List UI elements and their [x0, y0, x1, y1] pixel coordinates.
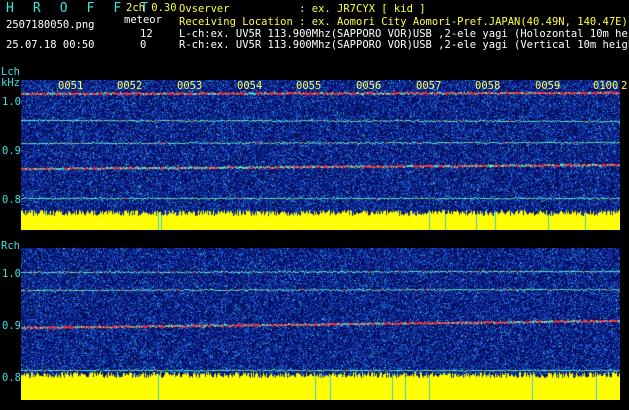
channel-divider [0, 233, 629, 236]
time-tick-0100: 0100 [593, 80, 619, 92]
lch-meteor-count: 12 [140, 28, 153, 40]
hroft-window: H R O F F T 2ch 0.30 meteor 2507180050.p… [0, 0, 629, 410]
rch-spectrogram [21, 248, 620, 400]
lch-spectrogram [21, 80, 620, 230]
mode-label: meteor [124, 14, 162, 26]
rch-ytick-1-0: 1.0 [2, 268, 21, 280]
rch-ytick-0-8: 0.8 [2, 372, 21, 384]
lch-ytick-1-0: 1.0 [2, 96, 21, 108]
datetime-label: 25.07.18 00:50 [6, 39, 95, 51]
lch-ytick-0-9: 0.9 [2, 145, 21, 157]
khz-unit-label: kHz [1, 77, 20, 89]
right-edge-tick: 2 [621, 80, 628, 92]
time-tick-0059: 0059 [535, 80, 561, 92]
time-tick-0052: 0052 [117, 80, 143, 92]
rch-ytick-0-9: 0.9 [2, 320, 21, 332]
filename-label: 2507180050.png [6, 19, 95, 31]
rch-receiver-info: R-ch:ex. UV5R 113.900Mhz(SAPPORO VOR)USB… [179, 39, 629, 51]
time-tick-0056: 0056 [356, 80, 382, 92]
time-tick-0053: 0053 [177, 80, 203, 92]
version-label: 2ch 0.30 [126, 2, 177, 14]
lch-spectrogram-canvas [21, 80, 620, 230]
observer-info: Ovserver : ex. JR7CYX [ kid ] [179, 3, 426, 15]
time-tick-0055: 0055 [296, 80, 322, 92]
time-tick-0057: 0057 [416, 80, 442, 92]
rch-spectrogram-canvas [21, 248, 620, 400]
lch-receiver-info: L-ch:ex. UV5R 113.900Mhz(SAPPORO VOR)USB… [179, 28, 629, 40]
time-tick-0051: 0051 [58, 80, 84, 92]
lch-ytick-0-8: 0.8 [2, 194, 21, 206]
location-info: Receiving Location : ex. Aomori City Aom… [179, 16, 628, 28]
lch-label: Lch [1, 66, 20, 78]
time-tick-0054: 0054 [237, 80, 263, 92]
time-tick-0058: 0058 [475, 80, 501, 92]
rch-label: Rch [1, 240, 20, 252]
rch-meteor-count: 0 [140, 39, 147, 51]
